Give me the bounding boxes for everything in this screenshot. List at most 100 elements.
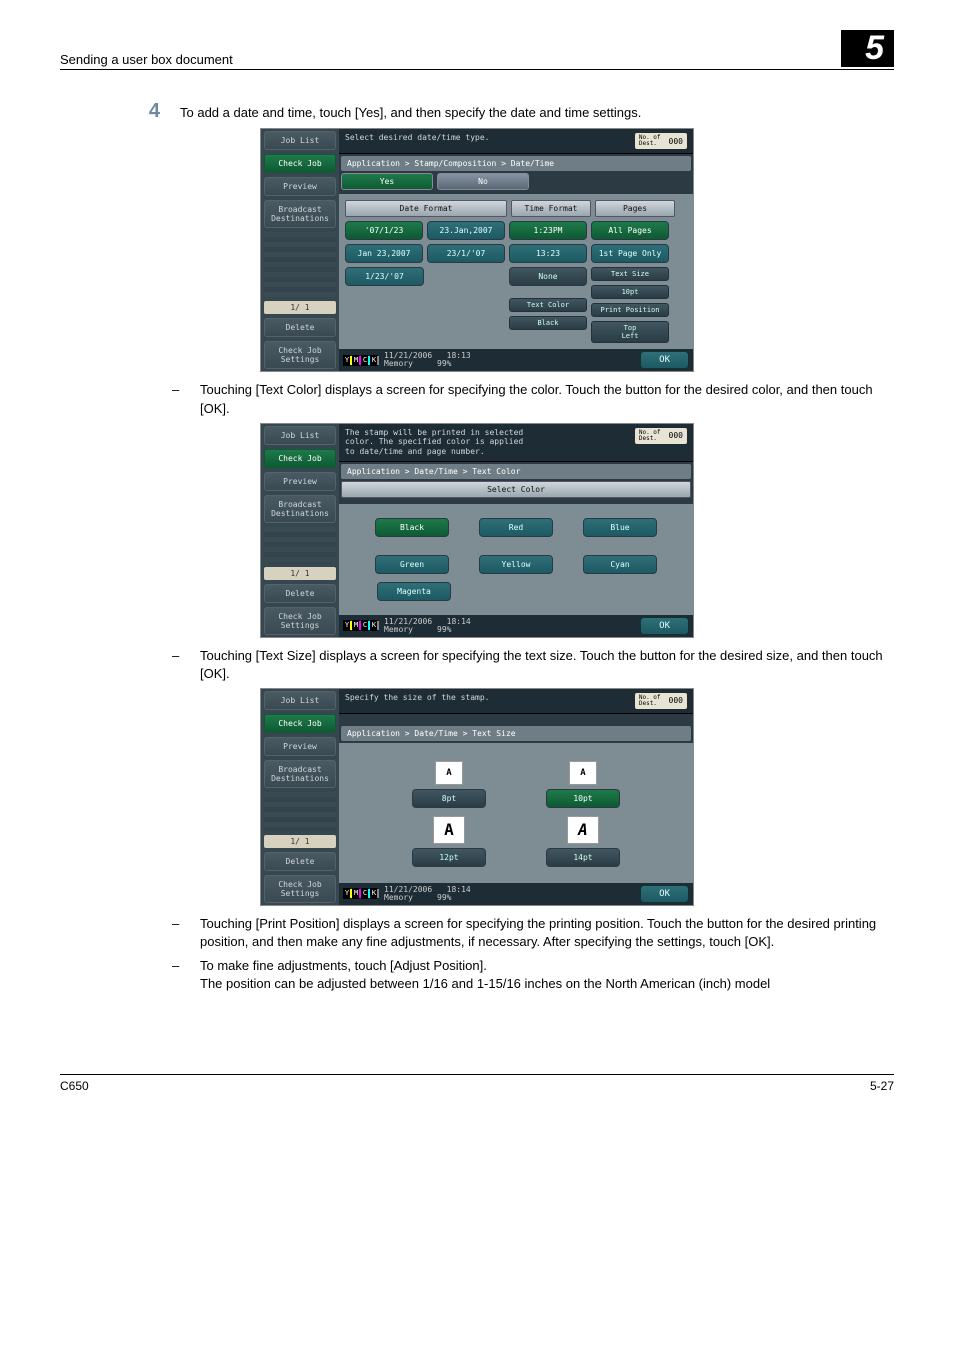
chapter-number: 5 <box>841 30 894 67</box>
text-color-label[interactable]: Text Color <box>509 298 587 312</box>
breadcrumb: Application > Date/Time > Text Size <box>341 726 691 741</box>
message-text: The stamp will be printed in selected co… <box>345 428 523 457</box>
size-glyph-10pt: A <box>569 761 597 785</box>
side-panel: Job List Check Job Preview Broadcast Des… <box>261 424 339 637</box>
message-text: Specify the size of the stamp. <box>345 693 490 703</box>
preview-tab[interactable]: Preview <box>264 472 336 491</box>
check-job-tab[interactable]: Check Job <box>264 154 336 173</box>
pages-header: Pages <box>595 200 675 217</box>
text-size-label[interactable]: Text Size <box>591 267 669 281</box>
footer-datetime: 11/21/2006 18:14 Memory 99% <box>384 618 471 634</box>
check-settings-button[interactable]: Check Job Settings <box>264 341 336 369</box>
preview-tab[interactable]: Preview <box>264 737 336 756</box>
yes-button[interactable]: Yes <box>341 173 433 190</box>
side-panel: Job List Check Job Preview Broadcast Des… <box>261 129 339 371</box>
color-black[interactable]: Black <box>375 518 449 537</box>
size-14pt[interactable]: 14pt <box>546 848 620 867</box>
print-pos-value: Top Left <box>591 321 669 343</box>
step-number: 4 <box>140 100 160 123</box>
side-filler <box>264 527 336 563</box>
dest-counter: No. of Dest. 000 <box>635 133 687 149</box>
footer-datetime: 11/21/2006 18:14 Memory 99% <box>384 886 471 902</box>
message-bar: Select desired date/time type. No. of De… <box>339 129 693 154</box>
delete-button[interactable]: Delete <box>264 852 336 871</box>
page-indicator: 1/ 1 <box>264 835 336 848</box>
time-opt-none[interactable]: None <box>509 267 587 286</box>
size-glyph-14pt: A <box>567 816 599 844</box>
toner-c-icon: C <box>361 355 369 366</box>
job-list-tab[interactable]: Job List <box>264 691 336 710</box>
page-indicator: 1/ 1 <box>264 567 336 580</box>
print-pos-label[interactable]: Print Position <box>591 303 669 317</box>
date-format-header: Date Format <box>345 200 507 217</box>
broadcast-tab[interactable]: Broadcast Destinations <box>264 200 336 228</box>
bullet-text-size: –Touching [Text Size] displays a screen … <box>200 647 894 683</box>
text-size-value: 10pt <box>591 285 669 299</box>
color-cyan[interactable]: Cyan <box>583 555 657 574</box>
job-list-tab[interactable]: Job List <box>264 131 336 150</box>
toner-m-icon: M <box>352 355 360 366</box>
toner-y-icon: Y <box>343 355 351 366</box>
side-filler <box>264 232 336 297</box>
side-panel: Job List Check Job Preview Broadcast Des… <box>261 689 339 905</box>
time-opt[interactable]: 13:23 <box>509 244 587 263</box>
size-8pt[interactable]: 8pt <box>412 789 486 808</box>
job-list-tab[interactable]: Job List <box>264 426 336 445</box>
check-job-tab[interactable]: Check Job <box>264 449 336 468</box>
time-opt[interactable]: 1:23PM <box>509 221 587 240</box>
select-color-header: Select Color <box>341 481 691 498</box>
dest-counter: No. of Dest. 000 <box>635 428 687 444</box>
dest-counter: No. of Dest. 000 <box>635 693 687 709</box>
size-10pt[interactable]: 10pt <box>546 789 620 808</box>
delete-button[interactable]: Delete <box>264 584 336 603</box>
footer-datetime: 11/21/2006 18:13 Memory 99% <box>384 352 471 368</box>
preview-tab[interactable]: Preview <box>264 177 336 196</box>
ok-button[interactable]: OK <box>640 617 689 635</box>
date-opt[interactable]: '07/1/23 <box>345 221 423 240</box>
toner-k-icon: K <box>370 355 378 366</box>
message-text: Select desired date/time type. <box>345 133 490 143</box>
date-opt[interactable]: 23.Jan,2007 <box>427 221 505 240</box>
pages-opt[interactable]: All Pages <box>591 221 669 240</box>
broadcast-tab[interactable]: Broadcast Destinations <box>264 760 336 788</box>
bullet-text-color: –Touching [Text Color] displays a screen… <box>200 381 894 417</box>
check-settings-button[interactable]: Check Job Settings <box>264 607 336 635</box>
breadcrumb: Application > Date/Time > Text Color <box>341 464 691 479</box>
color-green[interactable]: Green <box>375 555 449 574</box>
panel-text-color: Job List Check Job Preview Broadcast Des… <box>261 424 693 637</box>
ok-button[interactable]: OK <box>640 885 689 903</box>
date-opt[interactable]: 23/1/'07 <box>427 244 505 263</box>
panel-datetime: Job List Check Job Preview Broadcast Des… <box>261 129 693 371</box>
delete-button[interactable]: Delete <box>264 318 336 337</box>
running-head-left: Sending a user box document <box>60 52 233 67</box>
side-filler <box>264 792 336 831</box>
ok-button[interactable]: OK <box>640 351 689 369</box>
date-opt[interactable]: 1/23/'07 <box>345 267 424 286</box>
time-format-header: Time Format <box>511 200 591 217</box>
page-number: 5-27 <box>870 1079 894 1093</box>
bullet-print-position: –Touching [Print Position] displays a sc… <box>200 915 894 951</box>
page-indicator: 1/ 1 <box>264 301 336 314</box>
step-4: 4 To add a date and time, touch [Yes], a… <box>140 100 894 123</box>
check-settings-button[interactable]: Check Job Settings <box>264 875 336 903</box>
size-12pt[interactable]: 12pt <box>412 848 486 867</box>
step-text: To add a date and time, touch [Yes], and… <box>180 100 641 120</box>
panel-text-size: Job List Check Job Preview Broadcast Des… <box>261 689 693 905</box>
toner-levels: Y M C K <box>343 620 378 631</box>
broadcast-tab[interactable]: Broadcast Destinations <box>264 495 336 523</box>
date-opt[interactable]: Jan 23,2007 <box>345 244 423 263</box>
running-head: Sending a user box document 5 <box>60 30 894 70</box>
color-blue[interactable]: Blue <box>583 518 657 537</box>
model-name: C650 <box>60 1079 89 1093</box>
bullet-adjust-position: –To make fine adjustments, touch [Adjust… <box>200 957 894 993</box>
pages-opt[interactable]: 1st Page Only <box>591 244 669 263</box>
color-yellow[interactable]: Yellow <box>479 555 553 574</box>
breadcrumb: Application > Stamp/Composition > Date/T… <box>341 156 691 171</box>
toner-levels: Y M C K <box>343 888 378 899</box>
check-job-tab[interactable]: Check Job <box>264 714 336 733</box>
toner-levels: Y M C K <box>343 355 378 366</box>
color-red[interactable]: Red <box>479 518 553 537</box>
size-glyph-8pt: A <box>435 761 463 785</box>
no-button[interactable]: No <box>437 173 529 190</box>
color-magenta[interactable]: Magenta <box>377 582 451 601</box>
